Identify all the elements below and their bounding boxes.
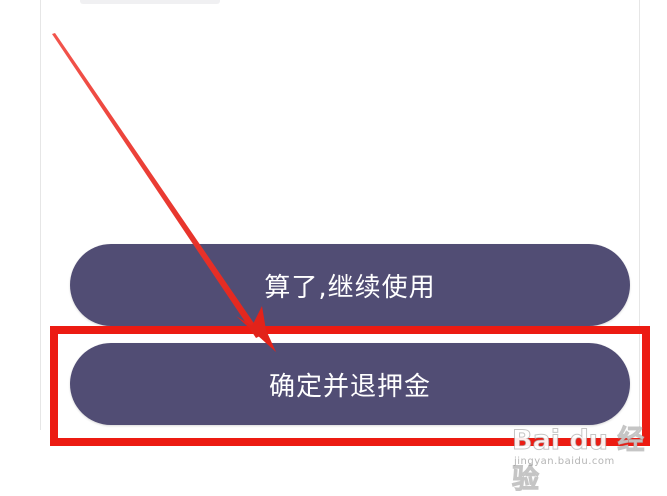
watermark-url: jingyan.baidu.com — [514, 456, 615, 467]
continue-using-button[interactable]: 算了,继续使用 — [70, 244, 630, 326]
screen: 算了,继续使用 确定并退押金 Bai du 经验 jingyan.baidu.c… — [0, 0, 667, 496]
confirm-refund-deposit-button[interactable]: 确定并退押金 — [70, 343, 630, 425]
top-element-remnant — [80, 0, 220, 4]
